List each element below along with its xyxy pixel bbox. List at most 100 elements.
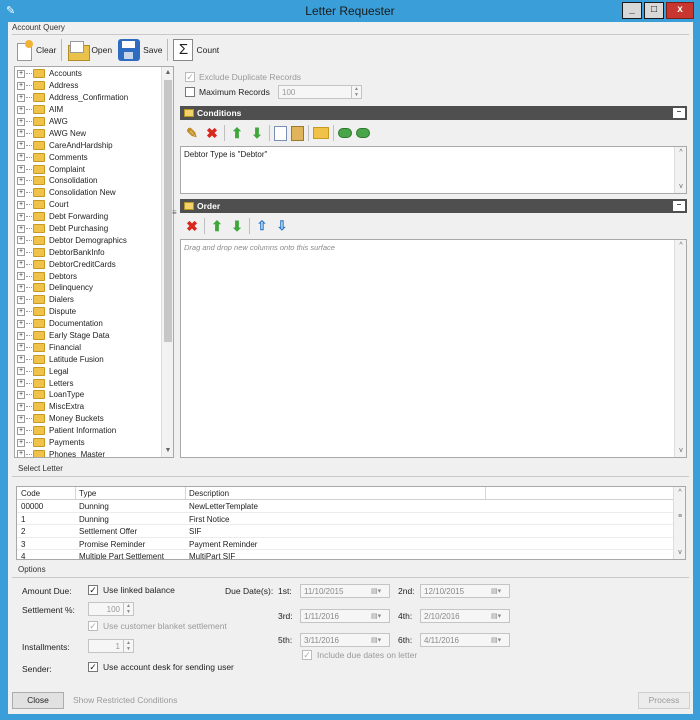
scroll-up-arrow-icon[interactable]: ^: [675, 147, 687, 159]
letter-row[interactable]: 3 Promise Reminder Payment Reminder: [17, 538, 675, 550]
tree-item[interactable]: + Financial: [15, 341, 173, 353]
scroll-up-arrow-icon[interactable]: ▲: [162, 67, 173, 79]
expand-plus-icon[interactable]: +: [17, 165, 25, 174]
tree-item[interactable]: + Money Buckets: [15, 413, 173, 425]
scroll-down-arrow-icon[interactable]: ▼: [162, 445, 173, 457]
scroll-up-arrow-icon[interactable]: ^: [674, 487, 685, 499]
show-restricted-conditions[interactable]: Show Restricted Conditions: [73, 695, 177, 705]
use-linked-balance-row[interactable]: ✓ Use linked balance: [88, 585, 175, 595]
use-customer-blanket-row[interactable]: ✓ Use customer blanket settlement: [88, 621, 227, 631]
tree-item[interactable]: + Consolidation: [15, 175, 173, 187]
tree-item[interactable]: + AWG: [15, 116, 173, 128]
tree-item[interactable]: + Address_Confirmation: [15, 92, 173, 104]
column-divider[interactable]: [75, 487, 76, 499]
due-date-picker[interactable]: 1/11/2016 ▤▾: [300, 609, 390, 623]
expand-plus-icon[interactable]: +: [17, 212, 25, 221]
calendar-dropdown-icon[interactable]: ▤▾: [491, 587, 505, 596]
scroll-down-arrow-icon[interactable]: v: [674, 547, 685, 559]
include-due-dates-row[interactable]: ✓ Include due dates on letter: [302, 650, 417, 660]
expand-plus-icon[interactable]: +: [17, 355, 25, 364]
column-divider[interactable]: [485, 487, 486, 499]
tree-item[interactable]: + Comments: [15, 151, 173, 163]
splitter-grip-icon[interactable]: ≡: [172, 208, 178, 217]
sort-ascending-icon[interactable]: ⇧: [254, 218, 270, 234]
tree-item[interactable]: + Court: [15, 199, 173, 211]
maximize-button[interactable]: □: [644, 2, 664, 19]
tree-item[interactable]: + Dispute: [15, 306, 173, 318]
conditions-header[interactable]: Conditions –: [180, 106, 687, 120]
paste-icon[interactable]: [291, 125, 304, 141]
move-up-icon[interactable]: ⬆: [229, 125, 245, 141]
installments-spinner[interactable]: ▲ ▼: [123, 640, 133, 652]
expand-plus-icon[interactable]: +: [17, 153, 25, 162]
max-records-row[interactable]: Maximum Records: [185, 87, 270, 97]
minimize-button[interactable]: _: [622, 2, 642, 19]
expand-plus-icon[interactable]: +: [17, 307, 25, 316]
max-records-spinner[interactable]: ▲ ▼: [351, 86, 361, 98]
clear-button[interactable]: Clear: [12, 37, 59, 63]
open-button[interactable]: Open: [64, 37, 115, 63]
move-up-icon[interactable]: ⬆: [209, 218, 225, 234]
expand-plus-icon[interactable]: +: [17, 69, 25, 78]
calendar-dropdown-icon[interactable]: ▤▾: [491, 612, 505, 621]
expand-plus-icon[interactable]: +: [17, 117, 25, 126]
due-date-picker[interactable]: 3/11/2016 ▤▾: [300, 633, 390, 647]
expand-plus-icon[interactable]: +: [17, 224, 25, 233]
letter-row[interactable]: 1 Dunning First Notice: [17, 513, 675, 525]
tree-item[interactable]: + CareAndHardship: [15, 139, 173, 151]
settlement-input[interactable]: 100 ▲ ▼: [88, 602, 134, 616]
use-customer-blanket-checkbox[interactable]: ✓: [88, 621, 98, 631]
tree-item[interactable]: + AWG New: [15, 127, 173, 139]
use-account-desk-row[interactable]: ✓ Use account desk for sending user: [88, 662, 234, 672]
expand-plus-icon[interactable]: +: [17, 390, 25, 399]
expand-plus-icon[interactable]: +: [17, 450, 25, 457]
due-date-picker[interactable]: 4/11/2016 ▤▾: [420, 633, 510, 647]
expand-plus-icon[interactable]: +: [17, 272, 25, 281]
tree-item[interactable]: + Debt Purchasing: [15, 223, 173, 235]
expand-plus-icon[interactable]: +: [17, 105, 25, 114]
tree-item[interactable]: + Latitude Fusion: [15, 353, 173, 365]
group-folder-icon[interactable]: [313, 127, 329, 139]
tree-item[interactable]: + Payments: [15, 437, 173, 449]
max-records-checkbox[interactable]: [185, 87, 195, 97]
title-bar[interactable]: ✎ Letter Requester _ □ x: [0, 0, 700, 22]
save-button[interactable]: Save: [115, 37, 165, 63]
tree-item[interactable]: + Legal: [15, 365, 173, 377]
collapse-conditions-icon[interactable]: –: [673, 108, 685, 118]
conditions-box[interactable]: Debtor Type is "Debtor" ^ v: [180, 146, 687, 194]
column-header-description[interactable]: Description: [189, 489, 229, 498]
tree-item[interactable]: + Patient Information: [15, 425, 173, 437]
grid-scroll-thumb[interactable]: [676, 503, 684, 543]
settlement-spinner[interactable]: ▲ ▼: [123, 603, 133, 615]
expand-plus-icon[interactable]: +: [17, 367, 25, 376]
copy-icon[interactable]: [274, 125, 287, 141]
tree-item[interactable]: + Letters: [15, 377, 173, 389]
expand-plus-icon[interactable]: +: [17, 176, 25, 185]
process-button[interactable]: Process: [638, 692, 690, 709]
expand-plus-icon[interactable]: +: [17, 248, 25, 257]
close-window-button[interactable]: x: [666, 2, 694, 19]
letter-row[interactable]: 4 Multiple Part Settlement MultiPart SIF: [17, 550, 675, 559]
tree-item[interactable]: + AIM: [15, 104, 173, 116]
expand-plus-icon[interactable]: +: [17, 141, 25, 150]
expand-plus-icon[interactable]: +: [17, 414, 25, 423]
letter-grid[interactable]: Code Type Description 00000 Dunning NewLet…: [16, 486, 686, 560]
or-link-icon[interactable]: [356, 128, 370, 138]
expand-plus-icon[interactable]: +: [17, 379, 25, 388]
max-records-input[interactable]: 100 ▲ ▼: [278, 85, 362, 99]
exclude-duplicates-row[interactable]: ✓ Exclude Duplicate Records: [185, 72, 301, 82]
tree-item[interactable]: + LoanType: [15, 389, 173, 401]
count-button[interactable]: Σ Count: [170, 37, 222, 63]
order-scrollbar[interactable]: ^ v: [674, 240, 686, 457]
tree-item[interactable]: + Delinquency: [15, 282, 173, 294]
move-down-icon[interactable]: ⬇: [249, 125, 265, 141]
conditions-scrollbar[interactable]: ^ v: [674, 147, 686, 193]
scroll-down-arrow-icon[interactable]: v: [675, 445, 687, 457]
expand-plus-icon[interactable]: +: [17, 426, 25, 435]
calendar-dropdown-icon[interactable]: ▤▾: [371, 612, 385, 621]
use-linked-balance-checkbox[interactable]: ✓: [88, 585, 98, 595]
expand-plus-icon[interactable]: +: [17, 319, 25, 328]
calendar-dropdown-icon[interactable]: ▤▾: [371, 636, 385, 645]
due-date-picker[interactable]: 12/10/2015 ▤▾: [420, 584, 510, 598]
tree-item[interactable]: + Documentation: [15, 318, 173, 330]
